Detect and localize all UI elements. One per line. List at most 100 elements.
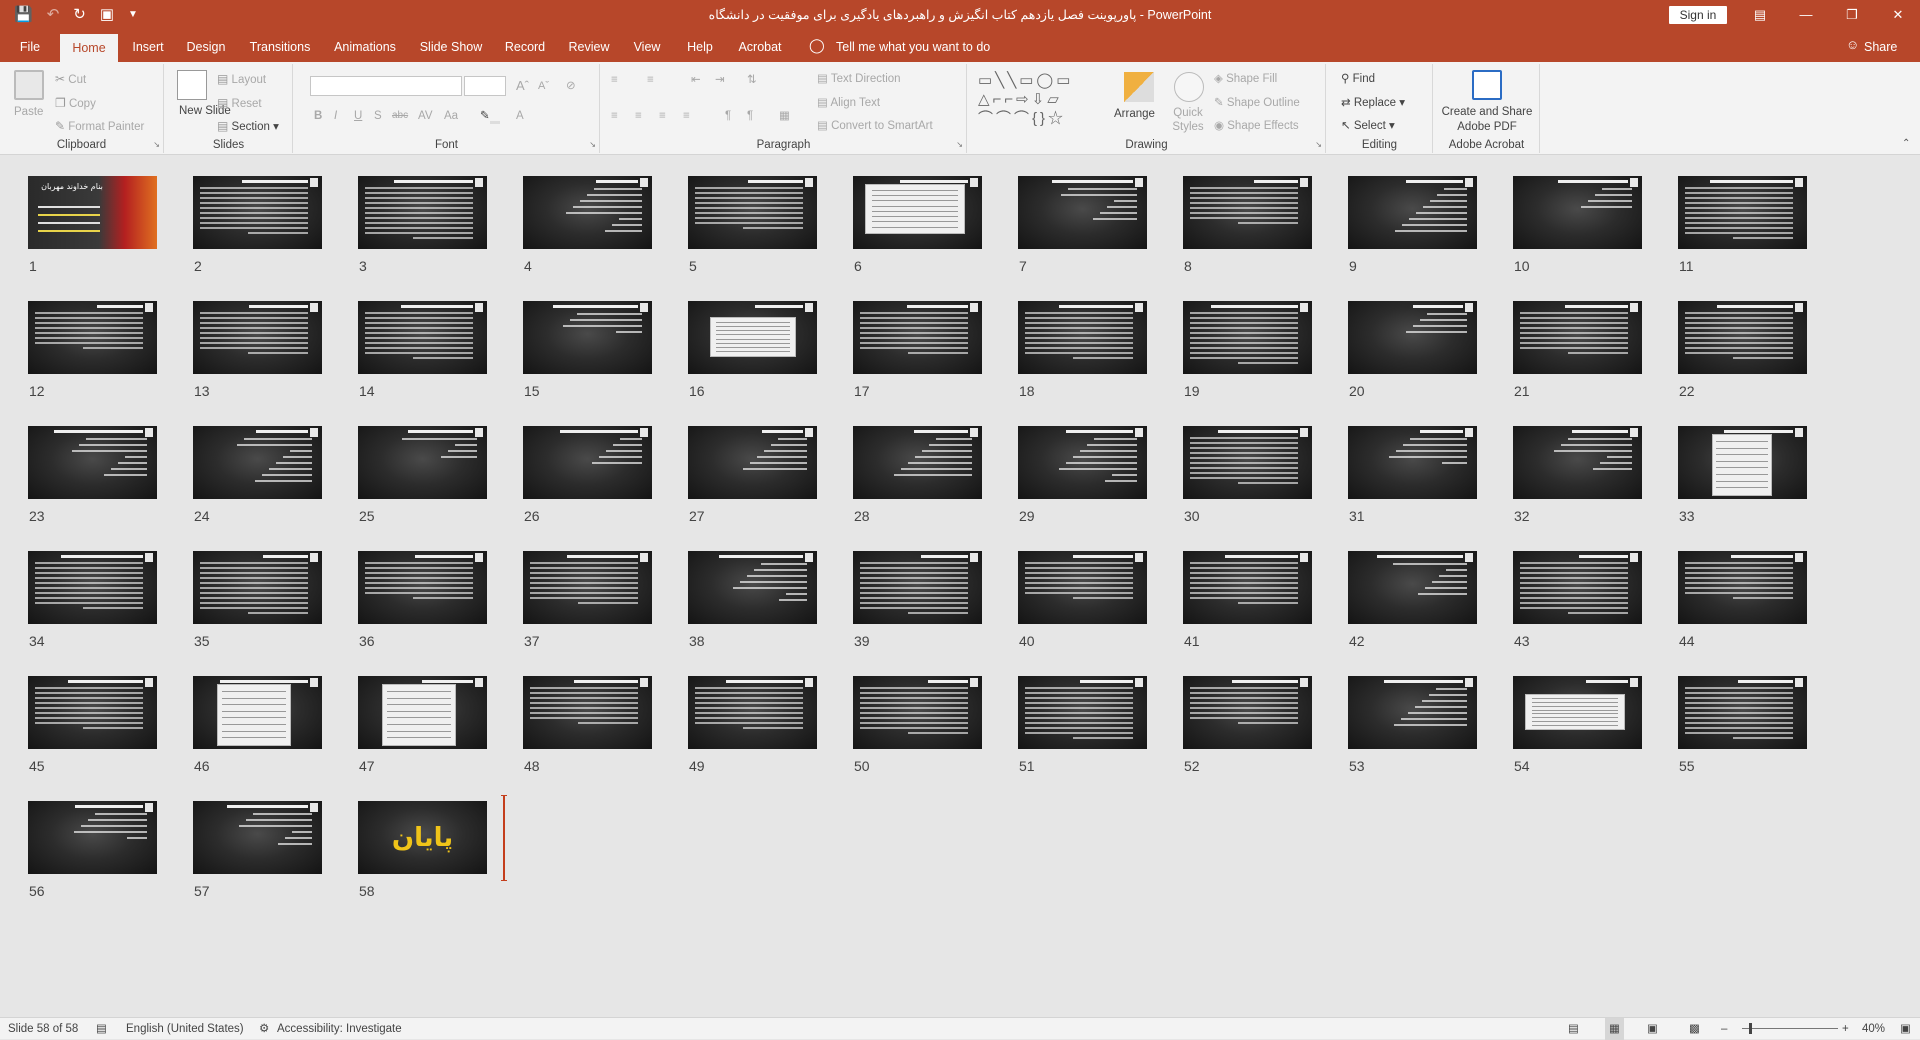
reset-button[interactable]: ▤ Reset (217, 95, 262, 112)
undo-icon[interactable]: ↶ (47, 4, 60, 26)
slide-thumbnail[interactable] (193, 176, 322, 249)
collapse-ribbon-icon[interactable]: ⌃ (1902, 138, 1910, 149)
slide-thumbnail[interactable] (193, 551, 322, 624)
slide-thumbnail[interactable] (1018, 176, 1147, 249)
slide-thumbnail[interactable] (1513, 551, 1642, 624)
new-slide-button[interactable]: New Slide (179, 104, 231, 118)
ribbon-display-options-icon[interactable]: ▤ (1737, 0, 1783, 30)
layout-button[interactable]: ▤ Layout (217, 71, 266, 88)
slide-thumbnail[interactable] (1018, 551, 1147, 624)
slide-thumbnail[interactable] (523, 551, 652, 624)
slide-thumbnail[interactable] (523, 676, 652, 749)
numbering-icon[interactable]: ≡ (647, 72, 654, 88)
tab-help[interactable]: Help (683, 30, 717, 62)
customize-qat-icon[interactable]: ▼ (128, 4, 138, 26)
slide-show-view-icon[interactable]: ▩ (1689, 1018, 1700, 1040)
slide-thumbnail[interactable] (28, 426, 157, 499)
arrange-button[interactable]: Arrange (1114, 106, 1155, 122)
select-button[interactable]: ↖ Select ▾ (1341, 118, 1395, 134)
font-color-icon[interactable]: A (516, 108, 524, 124)
new-slide-icon[interactable] (177, 70, 207, 100)
slide-thumbnail[interactable] (28, 676, 157, 749)
normal-view-icon[interactable]: ▤ (1568, 1018, 1579, 1040)
slide-thumbnail[interactable] (1183, 676, 1312, 749)
language-indicator[interactable]: English (United States) (126, 1018, 244, 1040)
tab-record[interactable]: Record (502, 30, 548, 62)
copy-button[interactable]: ❐ Copy (55, 95, 96, 112)
tab-review[interactable]: Review (566, 30, 612, 62)
decrease-font-size-icon[interactable]: Aˇ (538, 78, 549, 94)
tab-slide-show[interactable]: Slide Show (418, 30, 484, 62)
quick-styles-icon[interactable] (1174, 72, 1204, 102)
sign-in-button[interactable]: Sign in (1669, 6, 1727, 24)
align-center-icon[interactable]: ≡ (635, 108, 642, 124)
slide-thumbnail[interactable] (1678, 676, 1807, 749)
slide-thumbnail[interactable] (193, 801, 322, 874)
zoom-level[interactable]: 40% (1862, 1018, 1885, 1040)
paragraph-launcher-icon[interactable]: ↘ (956, 140, 963, 149)
font-size-field[interactable] (464, 76, 506, 96)
create-share-pdf-button[interactable]: Create and Share Adobe PDF (1438, 105, 1536, 135)
slide-thumbnail[interactable] (358, 176, 487, 249)
line-spacing-icon[interactable]: ⇅ (747, 72, 757, 88)
text-direction-button[interactable]: ▤ Text Direction (817, 71, 901, 87)
font-launcher-icon[interactable]: ↘ (589, 140, 596, 149)
zoom-slider-thumb[interactable] (1749, 1023, 1752, 1034)
bold-icon[interactable]: B (314, 108, 322, 124)
change-case-icon[interactable]: Aa (444, 108, 458, 124)
accessibility-icon[interactable]: ⚙ (259, 1018, 269, 1040)
slide-thumbnail[interactable] (358, 551, 487, 624)
tab-insert[interactable]: Insert (128, 30, 168, 62)
slide-thumbnail[interactable] (1348, 676, 1477, 749)
slide-thumbnail[interactable] (1348, 301, 1477, 374)
maximize-button[interactable]: ❐ (1829, 0, 1875, 30)
slide-thumbnail[interactable] (688, 301, 817, 374)
slide-sorter-view-icon[interactable]: ▦ (1605, 1018, 1624, 1040)
slide-thumbnail[interactable] (28, 301, 157, 374)
tab-animations[interactable]: Animations (332, 30, 398, 62)
slide-thumbnail[interactable] (1513, 676, 1642, 749)
clipboard-launcher-icon[interactable]: ↘ (153, 140, 160, 149)
zoom-in-button[interactable]: + (1842, 1018, 1849, 1040)
close-button[interactable]: ✕ (1875, 0, 1920, 30)
bullets-icon[interactable]: ≡ (611, 72, 618, 88)
tell-me-search[interactable]: Tell me what you want to do (836, 30, 990, 62)
columns-icon[interactable]: ▦ (779, 108, 790, 124)
accessibility-status[interactable]: Accessibility: Investigate (277, 1018, 402, 1040)
shadow-icon[interactable]: S (374, 108, 382, 124)
char-spacing-icon[interactable]: AV (418, 108, 433, 124)
slide-thumbnail[interactable] (853, 426, 982, 499)
slide-thumbnail[interactable] (1678, 426, 1807, 499)
slide-thumbnail[interactable]: بنام خداوند مهربان (28, 176, 157, 249)
slide-thumbnail[interactable] (1678, 301, 1807, 374)
slide-thumbnail[interactable] (1018, 676, 1147, 749)
ltr-icon[interactable]: ¶ (725, 108, 731, 124)
arrange-icon[interactable] (1124, 72, 1154, 102)
tab-home[interactable]: Home (60, 34, 118, 62)
quick-styles-button[interactable]: Quick Styles (1170, 106, 1206, 134)
slide-thumbnail[interactable] (1348, 426, 1477, 499)
slide-thumbnail[interactable] (1183, 426, 1312, 499)
slide-thumbnail[interactable] (523, 176, 652, 249)
decrease-indent-icon[interactable]: ⇤ (691, 72, 701, 88)
rtl-icon[interactable]: ¶ (747, 108, 753, 124)
slide-thumbnail[interactable]: پایان (358, 801, 487, 874)
highlight-icon[interactable]: ✎ (480, 108, 500, 124)
slide-thumbnail[interactable] (193, 301, 322, 374)
slide-thumbnail[interactable] (358, 426, 487, 499)
slide-thumbnail[interactable] (1348, 176, 1477, 249)
tab-acrobat[interactable]: Acrobat (736, 30, 784, 62)
slide-thumbnail[interactable] (688, 676, 817, 749)
slide-thumbnail[interactable] (523, 426, 652, 499)
underline-icon[interactable]: U (354, 108, 362, 124)
slide-thumbnail[interactable] (523, 301, 652, 374)
format-painter-button[interactable]: ✎ Format Painter (55, 118, 144, 135)
tab-view[interactable]: View (630, 30, 664, 62)
shape-effects-button[interactable]: ◉ Shape Effects (1214, 118, 1299, 134)
create-pdf-icon[interactable] (1472, 70, 1502, 100)
cut-button[interactable]: ✂ Cut (55, 71, 86, 88)
tab-design[interactable]: Design (184, 30, 228, 62)
tab-file[interactable]: File (14, 30, 46, 62)
increase-indent-icon[interactable]: ⇥ (715, 72, 725, 88)
save-icon[interactable]: 💾 (14, 4, 33, 26)
